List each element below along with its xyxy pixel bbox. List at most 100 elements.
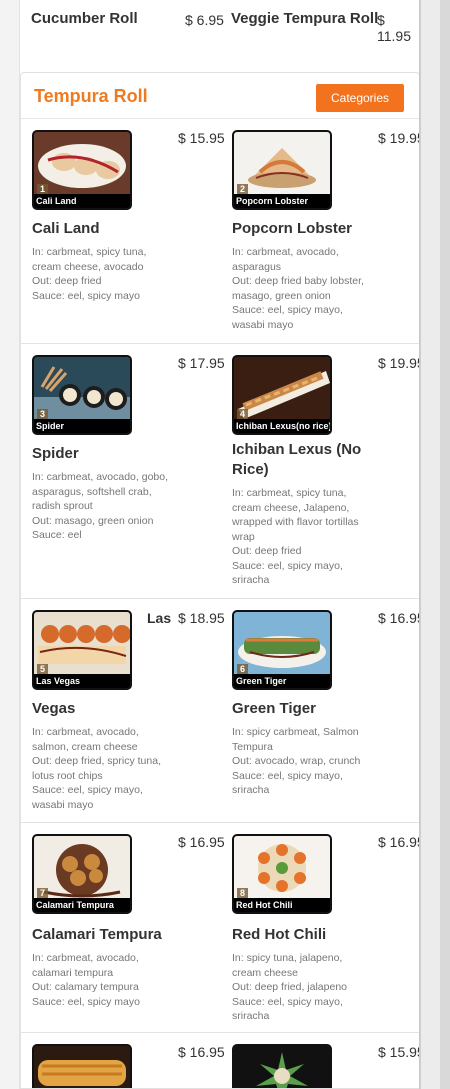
- item-number: 3: [37, 409, 49, 419]
- description-line: In: spicy tuna, jalapeno,: [232, 952, 343, 964]
- menu-page: Cucumber Roll $ 6.95 Veggie Tempura Roll…: [0, 0, 420, 1089]
- description-line: sriracha: [232, 784, 270, 796]
- item-price: $ 17.95: [178, 355, 225, 371]
- description-line: Sauce: eel, spicy mayo,: [232, 304, 343, 316]
- menu-item[interactable]: 6 Green Tiger $ 16.95 Green Tiger In: sp…: [232, 610, 419, 820]
- description-line: sriracha: [232, 574, 270, 586]
- item-thumbnail[interactable]: [232, 1044, 332, 1088]
- item-caption: Las Vegas: [34, 674, 130, 688]
- menu-item-name[interactable]: Cucumber Roll: [31, 10, 138, 27]
- tempura-roll-section: Tempura Roll Categories 1 Cali Land $ 15…: [20, 72, 419, 1089]
- description-line: Out: deep fried: [32, 275, 102, 287]
- item-name[interactable]: Ichiban Lexus (No Rice): [232, 440, 382, 480]
- item-description: In: carbmeat, avocado, gobo, asparagus, …: [32, 470, 177, 543]
- item-thumbnail[interactable]: 2 Popcorn Lobster: [232, 130, 332, 210]
- description-line: Out: deep fried, jalapeno: [232, 981, 347, 993]
- section-title: Tempura Roll: [34, 86, 148, 106]
- description-line: radish sprout: [32, 500, 93, 512]
- description-line: Out: deep fried baby lobster,: [232, 275, 364, 287]
- description-line: Sauce: eel, spicy mayo,: [232, 995, 343, 1008]
- item-caption: Green Tiger: [234, 674, 330, 688]
- item-caption: Red Hot Chili: [234, 898, 330, 912]
- item-price: $ 19.95: [378, 355, 419, 371]
- categories-button[interactable]: Categories: [316, 84, 404, 112]
- description-line: In: carbmeat, spicy tuna,: [32, 246, 147, 258]
- description-line: Sauce: eel, spicy mayo,: [232, 769, 343, 782]
- description-line: In: carbmeat, spicy tuna,: [232, 487, 347, 499]
- item-caption: Popcorn Lobster: [234, 194, 330, 208]
- description-line: Sauce: eel, spicy mayo: [32, 995, 140, 1008]
- item-name[interactable]: Popcorn Lobster: [232, 219, 392, 239]
- description-line: In: carbmeat, avocado,: [32, 952, 139, 964]
- item-caption: Cali Land: [34, 194, 130, 208]
- menu-item-name[interactable]: Veggie Tempura Roll: [231, 10, 378, 27]
- item-thumbnail[interactable]: [32, 1044, 132, 1088]
- description-line: wasabi mayo: [232, 318, 294, 331]
- item-name[interactable]: Cali Land: [32, 219, 192, 239]
- item-thumbnail[interactable]: 3 Spider: [32, 355, 132, 435]
- item-price: $ 16.95: [378, 834, 419, 850]
- item-name[interactable]: Green Tiger: [232, 699, 392, 719]
- item-number: 1: [37, 184, 49, 194]
- item-thumbnail[interactable]: 8 Red Hot Chili: [232, 834, 332, 914]
- food-photo: [234, 132, 330, 196]
- item-thumbnail[interactable]: 5 Las Vegas: [32, 610, 132, 690]
- previous-section-row: Cucumber Roll $ 6.95 Veggie Tempura Roll…: [20, 0, 419, 44]
- menu-item[interactable]: $ 16.95: [32, 1044, 225, 1088]
- description-line: Sauce: eel: [32, 529, 82, 541]
- food-photo: [34, 836, 130, 900]
- menu-item[interactable]: 4 Ichiban Lexus(no rice) $ 19.95 Ichiban…: [232, 355, 419, 595]
- description-line: calamari tempura: [32, 966, 114, 979]
- description-line: lotus root chips: [32, 769, 103, 782]
- item-name[interactable]: Vegas: [32, 699, 192, 719]
- item-price: $ 15.95: [378, 1044, 419, 1060]
- description-line: In: carbmeat, avocado,: [232, 246, 339, 258]
- item-description: In: carbmeat, avocado, salmon, cream che…: [32, 725, 177, 812]
- menu-item[interactable]: 1 Cali Land $ 15.95 Cali Land In: carbme…: [32, 130, 225, 340]
- description-line: cream cheese: [232, 966, 298, 979]
- item-name[interactable]: Calamari Tempura: [32, 925, 192, 945]
- food-photo: [234, 357, 330, 421]
- food-photo: [34, 612, 130, 676]
- page-scroll-gutter: [420, 0, 440, 1089]
- description-line: wasabi mayo: [32, 798, 94, 811]
- row-divider: [21, 598, 419, 599]
- row-divider: [21, 822, 419, 823]
- description-line: Out: deep fried, spricy tuna,: [32, 755, 161, 767]
- item-price: $ 16.95: [378, 610, 419, 626]
- item-number: 6: [237, 664, 249, 674]
- item-number: 4: [237, 409, 249, 419]
- description-line: masago, green onion: [232, 289, 331, 302]
- description-line: Sauce: eel, spicy mayo,: [32, 784, 143, 796]
- left-rail: [0, 0, 20, 1089]
- item-thumbnail[interactable]: 6 Green Tiger: [232, 610, 332, 690]
- menu-item[interactable]: 8 Red Hot Chili $ 16.95 Red Hot Chili In…: [232, 834, 419, 1029]
- description-line: In: carbmeat, avocado,: [32, 726, 139, 738]
- item-thumbnail[interactable]: 7 Calamari Tempura: [32, 834, 132, 914]
- item-thumbnail[interactable]: 1 Cali Land: [32, 130, 132, 210]
- item-name[interactable]: Spider: [32, 444, 192, 464]
- menu-item-price: $ 11.95: [377, 12, 411, 44]
- item-thumbnail[interactable]: 4 Ichiban Lexus(no rice): [232, 355, 332, 435]
- item-price: $ 16.95: [178, 1044, 225, 1060]
- item-description: In: carbmeat, avocado, calamari tempura …: [32, 951, 177, 1009]
- item-caption: Calamari Tempura: [34, 898, 130, 912]
- item-name[interactable]: Red Hot Chili: [232, 925, 392, 945]
- description-line: Sauce: eel, spicy mayo,: [232, 559, 343, 572]
- menu-item[interactable]: $ 15.95: [232, 1044, 419, 1088]
- item-number: 2: [237, 184, 249, 194]
- menu-item[interactable]: 3 Spider $ 17.95 Spider In: carbmeat, av…: [32, 355, 225, 595]
- item-price: $ 18.95: [178, 610, 225, 626]
- menu-item[interactable]: 7 Calamari Tempura $ 16.95 Calamari Temp…: [32, 834, 225, 1029]
- description-line: Out: deep fried: [232, 545, 302, 557]
- menu-item-price: $ 6.95: [185, 12, 224, 28]
- menu-item[interactable]: 2 Popcorn Lobster $ 19.95 Popcorn Lobste…: [232, 130, 419, 340]
- menu-item[interactable]: 5 Las Vegas Las $ 18.95 Vegas In: carbme…: [32, 610, 225, 820]
- row-divider: [21, 343, 419, 344]
- item-caption: Spider: [34, 419, 130, 433]
- description-line: wrapped with flavor tortillas: [232, 516, 359, 528]
- description-line: salmon, cream cheese: [32, 740, 138, 753]
- description-line: wrap: [232, 530, 255, 543]
- description-line: Tempura: [232, 740, 273, 753]
- food-photo: [34, 132, 130, 196]
